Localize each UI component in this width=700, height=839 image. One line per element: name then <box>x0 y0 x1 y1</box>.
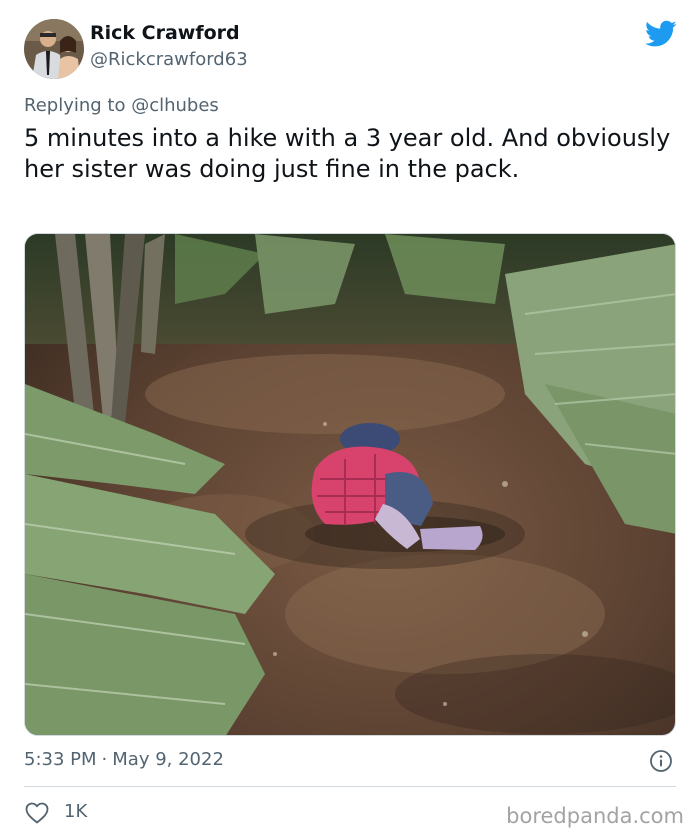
avatar[interactable] <box>24 19 84 79</box>
tweet-photo[interactable] <box>24 233 676 736</box>
timestamp-separator: · <box>101 749 108 770</box>
tweet-text: 5 minutes into a hike with a 3 year old.… <box>24 124 671 183</box>
reply-mention-link[interactable]: @clhubes <box>131 95 219 116</box>
like-count[interactable]: 1K <box>64 801 87 822</box>
source-watermark: boredpanda.com <box>506 804 684 828</box>
reply-prefix: Replying to <box>24 95 132 116</box>
author-display-name[interactable]: Rick Crawford <box>90 22 240 44</box>
heart-icon[interactable] <box>25 802 49 824</box>
author-handle[interactable]: @Rickcrawford63 <box>90 49 248 70</box>
tweet-card: Rick Crawford @Rickcrawford63 Replying t… <box>0 0 700 839</box>
reply-context: Replying to @clhubes <box>24 95 219 116</box>
tweet-date: May 9, 2022 <box>112 749 224 770</box>
divider <box>24 786 676 787</box>
tweet-time: 5:33 PM <box>24 749 97 770</box>
info-icon[interactable] <box>649 749 673 773</box>
tweet-timestamp[interactable]: 5:33 PM · May 9, 2022 <box>24 749 224 770</box>
twitter-bird-icon[interactable] <box>645 20 677 48</box>
